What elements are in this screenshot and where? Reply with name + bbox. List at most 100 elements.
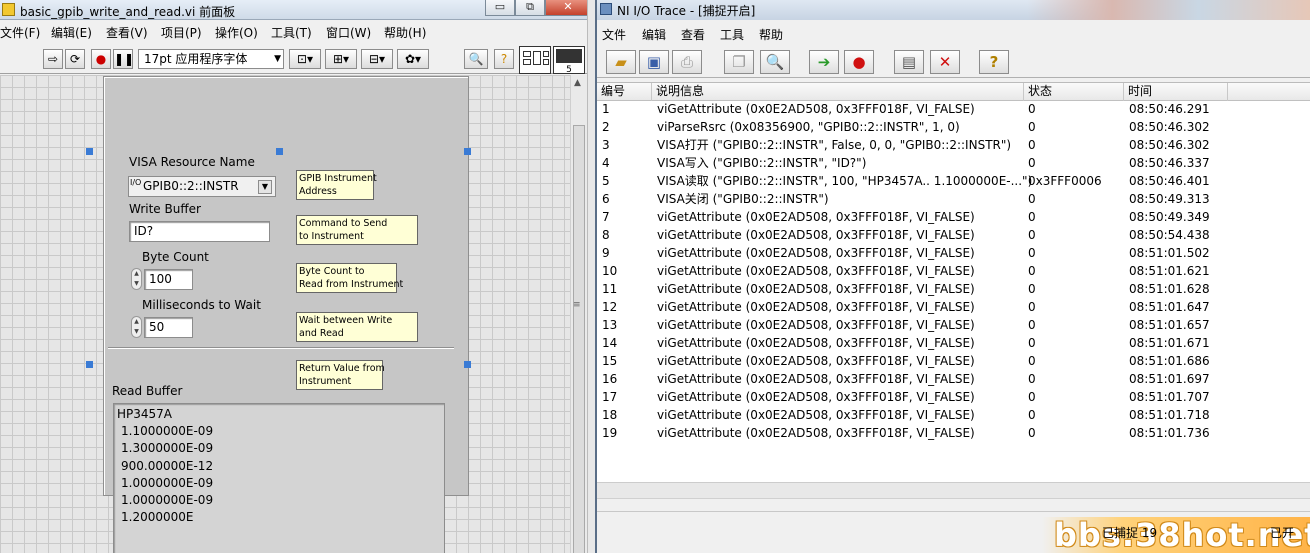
row-description: viGetAttribute (0x0E2AD508, 0x3FFF018F, … xyxy=(657,228,975,242)
titlebar-decoration xyxy=(1027,0,1310,20)
selection-handle[interactable] xyxy=(464,361,471,368)
table-row[interactable]: 12 viGetAttribute (0x0E2AD508, 0x3FFF018F… xyxy=(597,299,1310,317)
selection-handle[interactable] xyxy=(86,361,93,368)
column-header-description[interactable]: 说明信息 xyxy=(652,83,1024,101)
menu-edit[interactable]: 编辑(E) xyxy=(51,22,92,43)
menu-edit[interactable]: 编辑 xyxy=(642,24,666,45)
menu-tools[interactable]: 工具(T) xyxy=(271,22,312,43)
search-icon[interactable]: 🔍 xyxy=(464,49,488,69)
table-row[interactable]: 7 viGetAttribute (0x0E2AD508, 0x3FFF018F,… xyxy=(597,209,1310,227)
table-row[interactable]: 15 viGetAttribute (0x0E2AD508, 0x3FFF018F… xyxy=(597,353,1310,371)
note-gpib-address[interactable]: GPIB Instrument Address xyxy=(296,170,377,200)
byte-count-stepper[interactable]: ▲ ▼ xyxy=(131,268,142,290)
scroll-up-icon[interactable]: ▲ xyxy=(574,78,581,88)
column-header-number[interactable]: 编号 xyxy=(597,83,652,101)
properties-icon[interactable]: ▤ xyxy=(894,50,924,74)
vi-icon[interactable]: 5 xyxy=(553,46,585,75)
clear-icon[interactable]: ✕ xyxy=(930,50,960,74)
row-number: 5 xyxy=(602,174,610,188)
close-button[interactable]: ✕ xyxy=(545,0,591,16)
align-objects-icon[interactable]: ⊡▾ xyxy=(289,49,321,69)
menu-operate[interactable]: 操作(O) xyxy=(215,22,258,43)
row-time: 08:50:46.302 xyxy=(1129,138,1210,152)
note-wait[interactable]: Wait between Write and Read xyxy=(296,312,418,342)
help-icon[interactable]: ? xyxy=(979,50,1009,74)
pause-icon[interactable]: ❚❚ xyxy=(113,49,134,69)
minimize-button[interactable]: ▭ xyxy=(485,0,515,16)
row-time: 08:50:49.313 xyxy=(1129,192,1210,206)
stop-capture-icon[interactable]: ● xyxy=(844,50,874,74)
menu-project[interactable]: 项目(P) xyxy=(161,22,202,43)
wait-stepper[interactable]: ▲ ▼ xyxy=(131,316,142,338)
table-row[interactable]: 1 viGetAttribute (0x0E2AD508, 0x3FFF018F,… xyxy=(597,101,1310,119)
column-header-status[interactable]: 状态 xyxy=(1024,83,1124,101)
menu-help[interactable]: 帮助 xyxy=(759,24,783,45)
menu-tools[interactable]: 工具 xyxy=(720,24,744,45)
table-row[interactable]: 3 VISA打开 ("GPIB0::2::INSTR", False, 0, 0,… xyxy=(597,137,1310,155)
vertical-scrollbar[interactable]: ▲ ≡ xyxy=(570,75,587,553)
help-icon[interactable]: ? xyxy=(494,49,514,69)
row-number: 13 xyxy=(602,318,618,332)
table-row[interactable]: 6 VISA关闭 ("GPIB0::2::INSTR") 0 08:50:49.313 xyxy=(597,191,1310,209)
restore-button[interactable]: ⧉ xyxy=(515,0,545,16)
table-row[interactable]: 17 viGetAttribute (0x0E2AD508, 0x3FFF018F… xyxy=(597,389,1310,407)
labview-titlebar[interactable]: basic_gpib_write_and_read.vi 前面板 ▭ ⧉ ✕ xyxy=(0,0,595,20)
table-row[interactable]: 5 VISA读取 ("GPIB0::2::INSTR", 100, "HP3457… xyxy=(597,173,1310,191)
menu-help[interactable]: 帮助(H) xyxy=(384,22,426,43)
abort-icon[interactable]: ● xyxy=(91,49,111,69)
table-row[interactable]: 10 viGetAttribute (0x0E2AD508, 0x3FFF018F… xyxy=(597,263,1310,281)
start-capture-icon[interactable]: ➔ xyxy=(809,50,839,74)
table-row[interactable]: 4 VISA写入 ("GPIB0::2::INSTR", "ID?") 0 08:50… xyxy=(597,155,1310,173)
row-number: 15 xyxy=(602,354,618,368)
copy-icon[interactable]: ❐ xyxy=(724,50,754,74)
menu-view[interactable]: 查看(V) xyxy=(106,22,148,43)
row-status: 0 xyxy=(1028,210,1036,224)
menu-file[interactable]: 文件(F) xyxy=(0,22,40,43)
trace-table[interactable]: 编号 说明信息 状态 时间 1 viGetAttribute (0x0E2AD50… xyxy=(597,82,1310,482)
table-row[interactable]: 2 viParseRsrc (0x08356900, "GPIB0::2::INS… xyxy=(597,119,1310,137)
reorder-icon[interactable]: ✿▾ xyxy=(397,49,429,69)
horizontal-scrollbar[interactable] xyxy=(597,482,1310,498)
row-status: 0 xyxy=(1028,372,1036,386)
column-header-time[interactable]: 时间 xyxy=(1124,83,1228,101)
selection-handle[interactable] xyxy=(86,148,93,155)
save-icon[interactable]: ▣ xyxy=(639,50,669,74)
menu-view[interactable]: 查看 xyxy=(681,24,705,45)
table-row[interactable]: 13 viGetAttribute (0x0E2AD508, 0x3FFF018F… xyxy=(597,317,1310,335)
distribute-objects-icon[interactable]: ⊞▾ xyxy=(325,49,357,69)
note-return-value[interactable]: Return Value from Instrument xyxy=(296,360,385,390)
write-buffer-input[interactable]: ID? xyxy=(129,221,270,242)
note-command[interactable]: Command to Send to Instrument xyxy=(296,215,418,245)
read-buffer-indicator[interactable]: HP3457A 1.1000000E-09 1.3000000E-09 900.… xyxy=(113,403,445,553)
visa-resource-control[interactable]: I/O GPIB0::2::INSTR ▼ xyxy=(128,176,276,197)
note-byte-count[interactable]: Byte Count to Read from Instrument xyxy=(296,263,403,293)
menu-window[interactable]: 窗口(W) xyxy=(326,22,371,43)
row-time: 08:51:01.657 xyxy=(1129,318,1210,332)
connector-pane-icon[interactable] xyxy=(519,46,551,74)
selection-handle[interactable] xyxy=(276,148,283,155)
chevron-down-icon[interactable]: ▼ xyxy=(258,180,272,194)
table-row[interactable]: 11 viGetAttribute (0x0E2AD508, 0x3FFF018F… xyxy=(597,281,1310,299)
font-selector[interactable]: 17pt 应用程序字体 ▼ xyxy=(138,49,284,69)
table-row[interactable]: 19 viGetAttribute (0x0E2AD508, 0x3FFF018F… xyxy=(597,425,1310,443)
table-row[interactable]: 18 viGetAttribute (0x0E2AD508, 0x3FFF018F… xyxy=(597,407,1310,425)
wait-input[interactable]: 50 xyxy=(144,317,193,338)
table-row[interactable]: 9 viGetAttribute (0x0E2AD508, 0x3FFF018F,… xyxy=(597,245,1310,263)
status-captured-count: 已捕捉 19 xyxy=(1102,526,1158,540)
table-row[interactable]: 8 viGetAttribute (0x0E2AD508, 0x3FFF018F,… xyxy=(597,227,1310,245)
scrollbar-thumb[interactable] xyxy=(573,125,585,553)
run-arrow-icon[interactable]: ⇨ xyxy=(43,49,63,69)
run-continuously-icon[interactable]: ⟳ xyxy=(65,49,85,69)
iotrace-window: NI I/O Trace - [捕捉开启] 文件 编辑 查看 工具 帮助 ▰ ▣… xyxy=(595,0,1310,553)
selection-handle[interactable] xyxy=(464,148,471,155)
byte-count-input[interactable]: 100 xyxy=(144,269,193,290)
table-row[interactable]: 16 viGetAttribute (0x0E2AD508, 0x3FFF018F… xyxy=(597,371,1310,389)
print-icon[interactable]: ⎙ xyxy=(672,50,702,74)
table-row[interactable]: 14 viGetAttribute (0x0E2AD508, 0x3FFF018F… xyxy=(597,335,1310,353)
find-icon[interactable]: 🔍 xyxy=(760,50,790,74)
open-folder-icon[interactable]: ▰ xyxy=(606,50,636,74)
resize-objects-icon[interactable]: ⊟▾ xyxy=(361,49,393,69)
row-description: viGetAttribute (0x0E2AD508, 0x3FFF018F, … xyxy=(657,354,975,368)
menu-file[interactable]: 文件 xyxy=(602,24,626,45)
iotrace-titlebar[interactable]: NI I/O Trace - [捕捉开启] xyxy=(597,0,1310,20)
